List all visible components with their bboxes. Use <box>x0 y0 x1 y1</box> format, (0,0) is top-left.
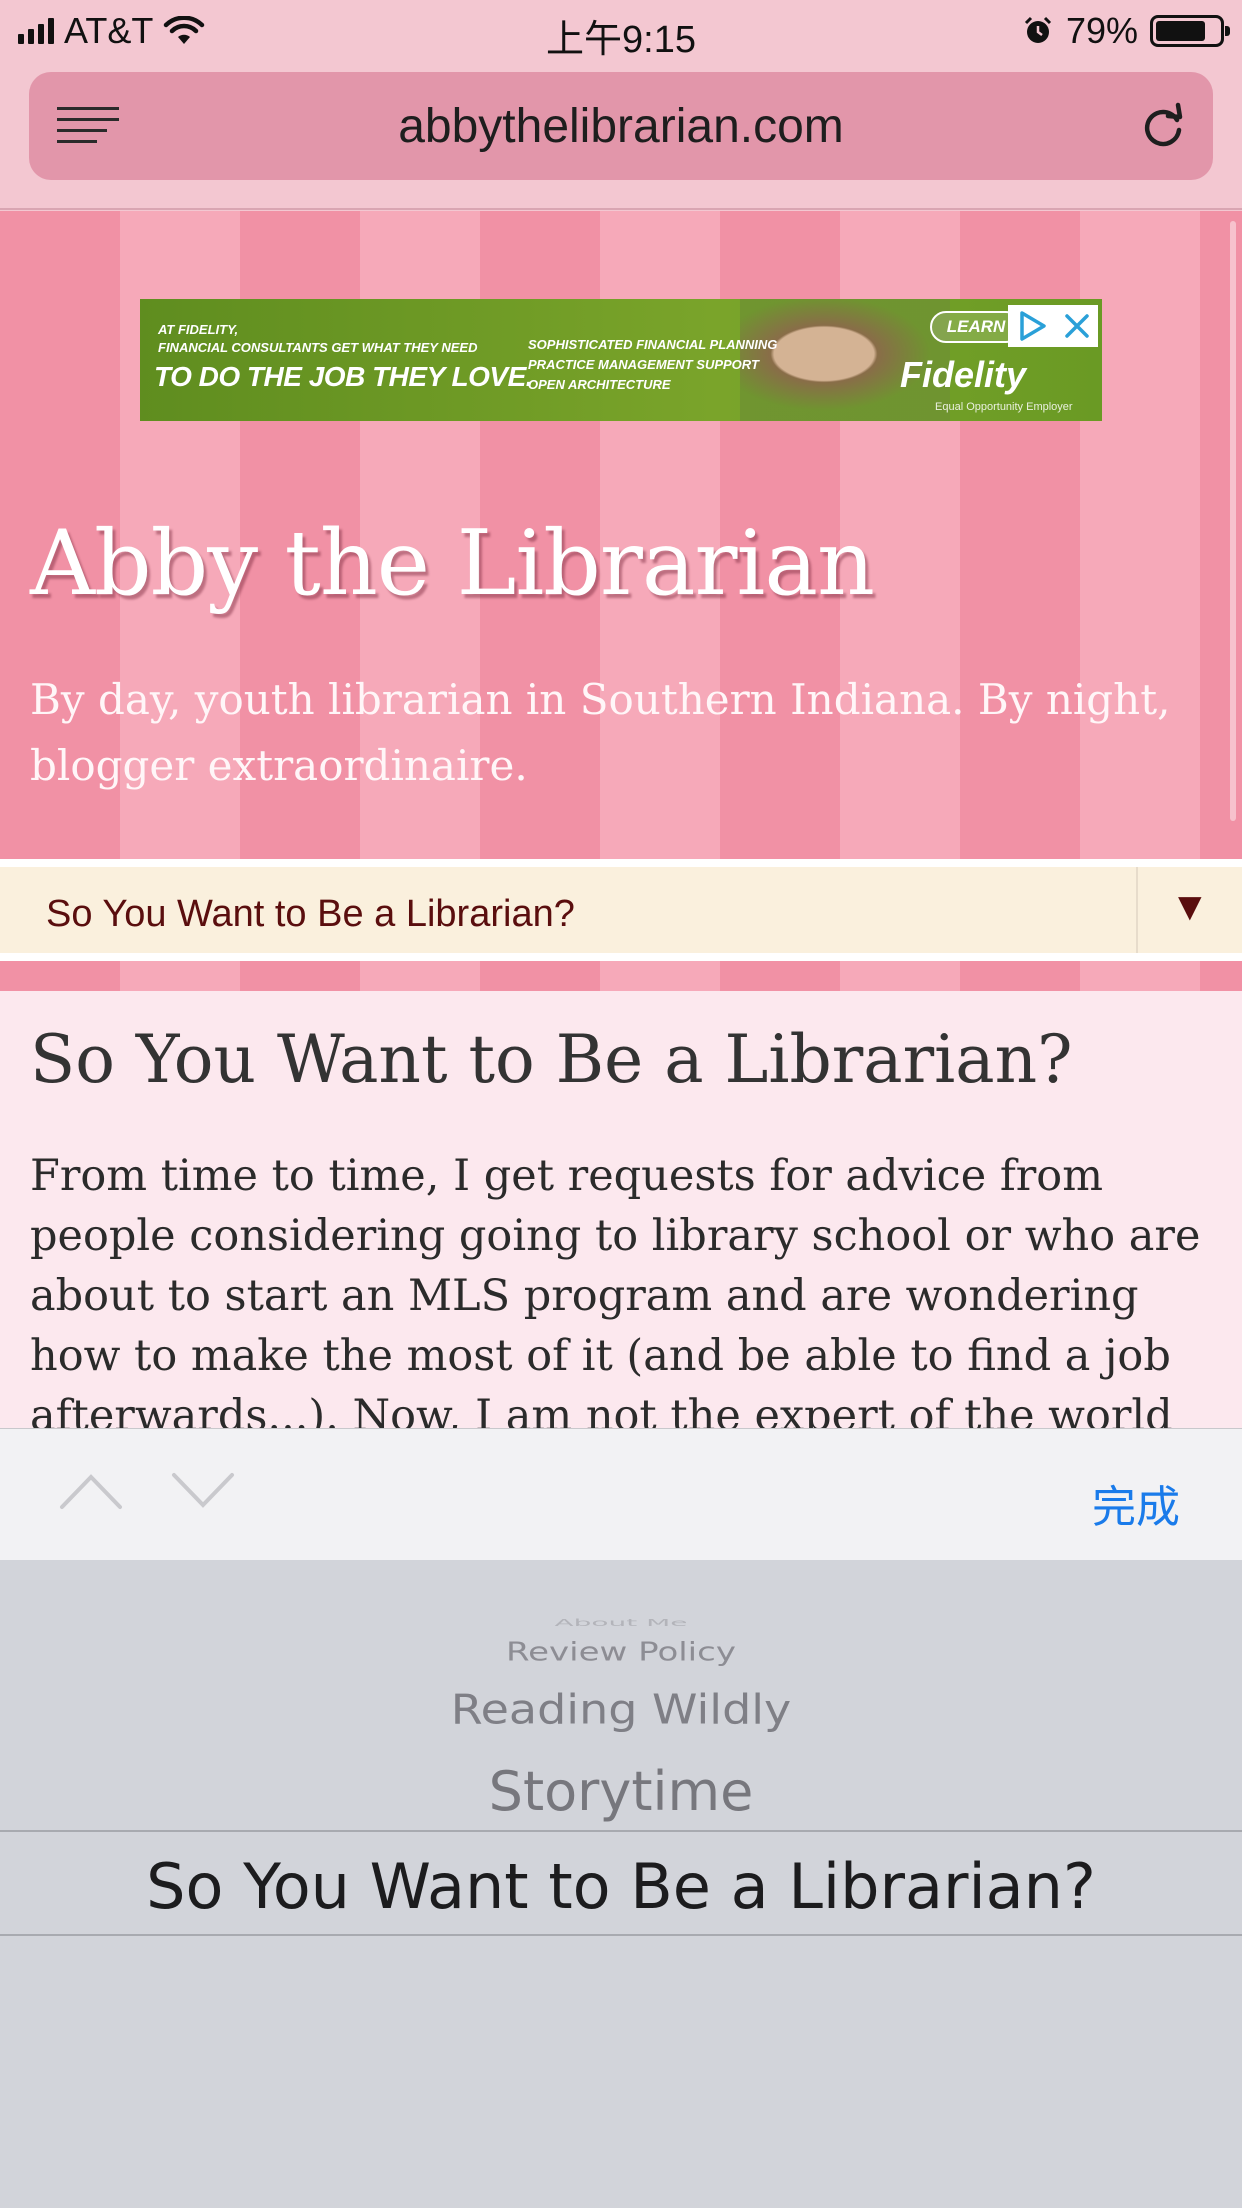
post-title: So You Want to Be a Librarian? <box>30 1021 1073 1098</box>
battery-icon <box>1150 15 1230 47</box>
chevron-up-icon[interactable] <box>58 1471 124 1511</box>
picker-option[interactable]: About Me <box>0 1617 1242 1629</box>
picker-selected-option[interactable]: So You Want to Be a Librarian? <box>0 1850 1242 1923</box>
status-bar: AT&T 上午9:15 79% <box>0 0 1242 62</box>
picker-wheel[interactable]: About Me Review Policy Reading Wildly St… <box>0 1560 1242 2208</box>
done-button[interactable]: 完成 <box>1092 1471 1180 1535</box>
web-page: AT FIDELITY, FINANCIAL CONSULTANTS GET W… <box>0 211 1242 1429</box>
reload-icon[interactable] <box>1137 100 1189 152</box>
scrollbar[interactable] <box>1230 221 1236 821</box>
nav-divider <box>1136 867 1138 953</box>
ad-banner[interactable]: AT FIDELITY, FINANCIAL CONSULTANTS GET W… <box>140 299 1102 421</box>
picker-option[interactable]: Storytime <box>0 1760 1242 1823</box>
status-right: 79% <box>1022 10 1230 52</box>
ad-small-text: AT FIDELITY, FINANCIAL CONSULTANTS GET W… <box>158 322 478 355</box>
alarm-icon <box>1024 16 1051 43</box>
post-body: From time to time, I get requests for ad… <box>30 1151 1201 1429</box>
ad-choices-control[interactable] <box>1008 305 1098 347</box>
site-title[interactable]: Abby the Librarian <box>30 511 875 616</box>
battery-percent: 79% <box>1065 10 1138 51</box>
ad-footer: Equal Opportunity Employer <box>935 401 1073 413</box>
picker-toolbar: 完成 <box>0 1428 1242 1560</box>
ad-choices-icon[interactable] <box>1015 309 1049 343</box>
battery-level <box>1156 21 1205 41</box>
chevron-down-icon[interactable] <box>170 1471 236 1511</box>
ad-close-icon[interactable] <box>1062 311 1092 341</box>
nav-select-value[interactable]: So You Want to Be a Librarian? <box>46 893 575 936</box>
battery-tip <box>1225 26 1230 36</box>
picker-option[interactable]: Reading Wildly <box>0 1685 1242 1734</box>
ad-brand-logo: Fidelity <box>900 354 1027 395</box>
picker-option[interactable]: Review Policy <box>0 1637 1242 1667</box>
ad-headline: TO DO THE JOB THEY LOVE. <box>154 361 534 392</box>
page-nav-select[interactable]: So You Want to Be a Librarian? ▼ <box>0 859 1242 961</box>
post-content: So You Want to Be a Librarian? From time… <box>0 991 1242 1429</box>
dropdown-arrow-icon[interactable]: ▼ <box>1170 885 1210 930</box>
address-bar[interactable]: abbythelibrarian.com <box>29 72 1213 180</box>
url-text[interactable]: abbythelibrarian.com <box>29 99 1213 154</box>
browser-toolbar: abbythelibrarian.com <box>0 62 1242 210</box>
ad-bullets: SOPHISTICATED FINANCIAL PLANNING PRACTIC… <box>528 337 778 392</box>
site-tagline: By day, youth librarian in Southern Indi… <box>30 675 1171 790</box>
